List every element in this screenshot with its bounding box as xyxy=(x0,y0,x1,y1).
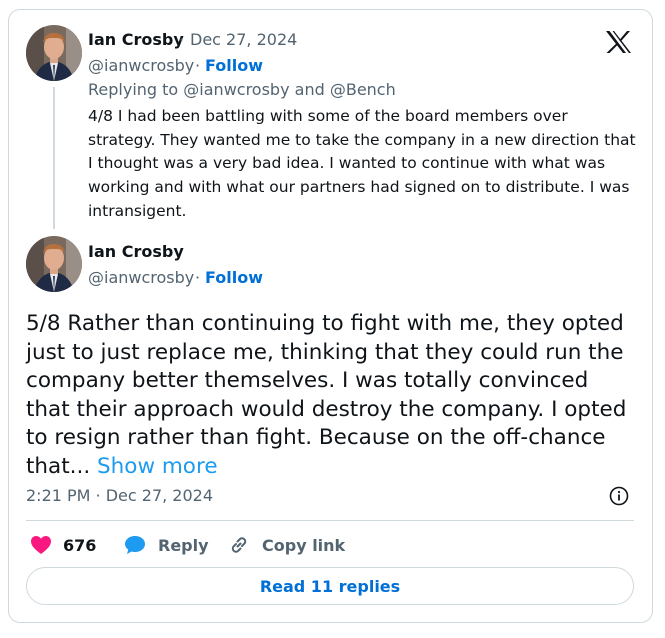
author-handle[interactable]: @ianwcrosby xyxy=(88,56,194,75)
replying-user-link[interactable]: @Bench xyxy=(330,80,396,99)
reply-button[interactable]: Reply xyxy=(124,534,209,556)
like-count: 676 xyxy=(63,535,97,555)
read-replies-button[interactable]: Read 11 replies xyxy=(26,567,634,605)
thread-connector-line xyxy=(53,87,55,229)
follow-button[interactable]: Follow xyxy=(205,56,263,75)
replying-to-line: Replying to @ianwcrosby and @Bench xyxy=(88,80,396,99)
author-name[interactable]: Ian Crosby xyxy=(88,30,184,49)
reply-bubble-icon xyxy=(124,535,146,555)
show-more-link[interactable]: Show more xyxy=(97,454,218,479)
tweet-timestamp[interactable]: 2:21 PM · Dec 27, 2024 xyxy=(26,486,213,505)
info-icon[interactable] xyxy=(609,486,629,506)
tweet-text: 5/8 Rather than continuing to fight with… xyxy=(26,310,636,482)
avatar[interactable] xyxy=(26,25,82,81)
x-logo-icon[interactable] xyxy=(605,30,632,54)
link-icon xyxy=(228,534,250,556)
author-name[interactable]: Ian Crosby xyxy=(88,242,184,261)
divider xyxy=(26,520,634,521)
follow-button[interactable]: Follow xyxy=(205,268,263,287)
author-handle[interactable]: @ianwcrosby xyxy=(88,268,194,287)
read-replies-label: Read 11 replies xyxy=(259,576,401,596)
meta-separator: · xyxy=(195,56,201,75)
copy-link-button[interactable]: Copy link xyxy=(228,534,345,556)
reply-label: Reply xyxy=(158,535,209,555)
copy-link-label: Copy link xyxy=(262,535,346,555)
avatar[interactable] xyxy=(26,236,82,292)
replying-prefix: Replying to xyxy=(88,80,179,99)
heart-icon xyxy=(30,535,52,555)
like-button[interactable]: 676 xyxy=(30,534,96,556)
replying-user-link[interactable]: @ianwcrosby xyxy=(183,80,289,99)
replying-and: and xyxy=(294,80,325,99)
meta-separator: · xyxy=(195,268,201,287)
meta-separator: · xyxy=(179,30,185,49)
parent-tweet-text: 4/8 I had been battling with some of the… xyxy=(88,107,636,220)
tweet-date[interactable]: Dec 27, 2024 xyxy=(190,30,297,49)
